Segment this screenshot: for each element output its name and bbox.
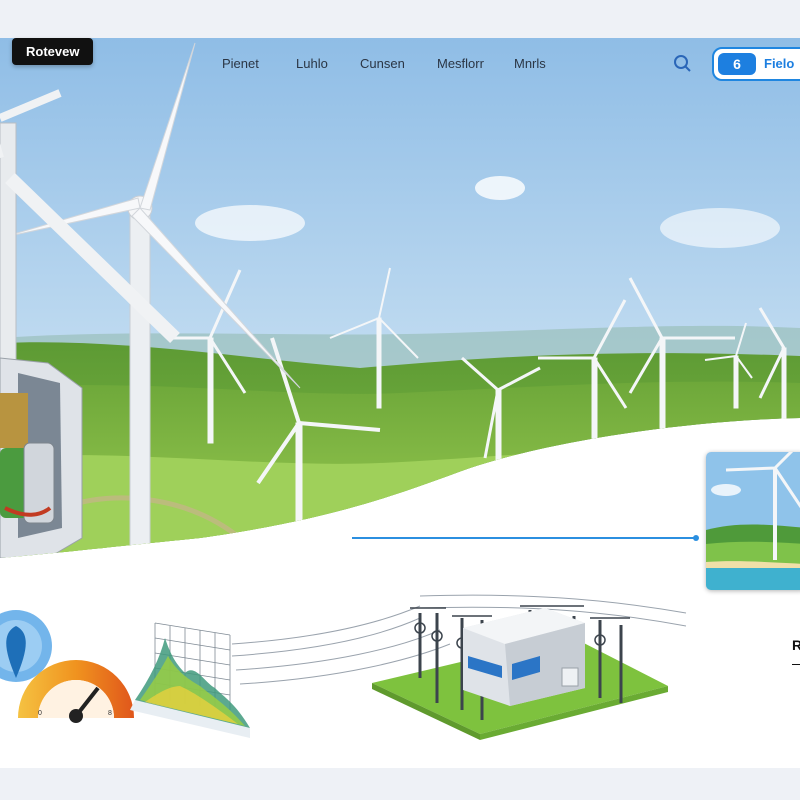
- nav-item-2[interactable]: Luhlo: [296, 56, 328, 71]
- coastal-turbine-image: [706, 452, 800, 590]
- nav-item-1[interactable]: Pienet: [222, 56, 259, 71]
- chart-icon: [130, 622, 250, 738]
- side-panel-heading: R: [792, 637, 800, 653]
- cta-button[interactable]: 6 Fielo: [712, 47, 800, 81]
- nav-item-4[interactable]: Mesflorr: [437, 56, 484, 71]
- hero-frame: 0 8: [0, 38, 800, 768]
- cta-label: Fielo: [764, 56, 795, 71]
- side-panel-divider: [792, 664, 800, 665]
- cta-icon: 6: [718, 53, 756, 75]
- nav-item-5[interactable]: Mnrls: [514, 56, 546, 71]
- nav-item-3[interactable]: Cunsen: [360, 56, 405, 71]
- preview-thumbnail[interactable]: [706, 452, 800, 590]
- wind-farm-illustration: 0 8: [0, 38, 800, 740]
- search-icon[interactable]: [672, 53, 692, 73]
- svg-text:0: 0: [38, 710, 42, 717]
- svg-text:8: 8: [108, 710, 112, 717]
- substation-icon: [372, 605, 668, 740]
